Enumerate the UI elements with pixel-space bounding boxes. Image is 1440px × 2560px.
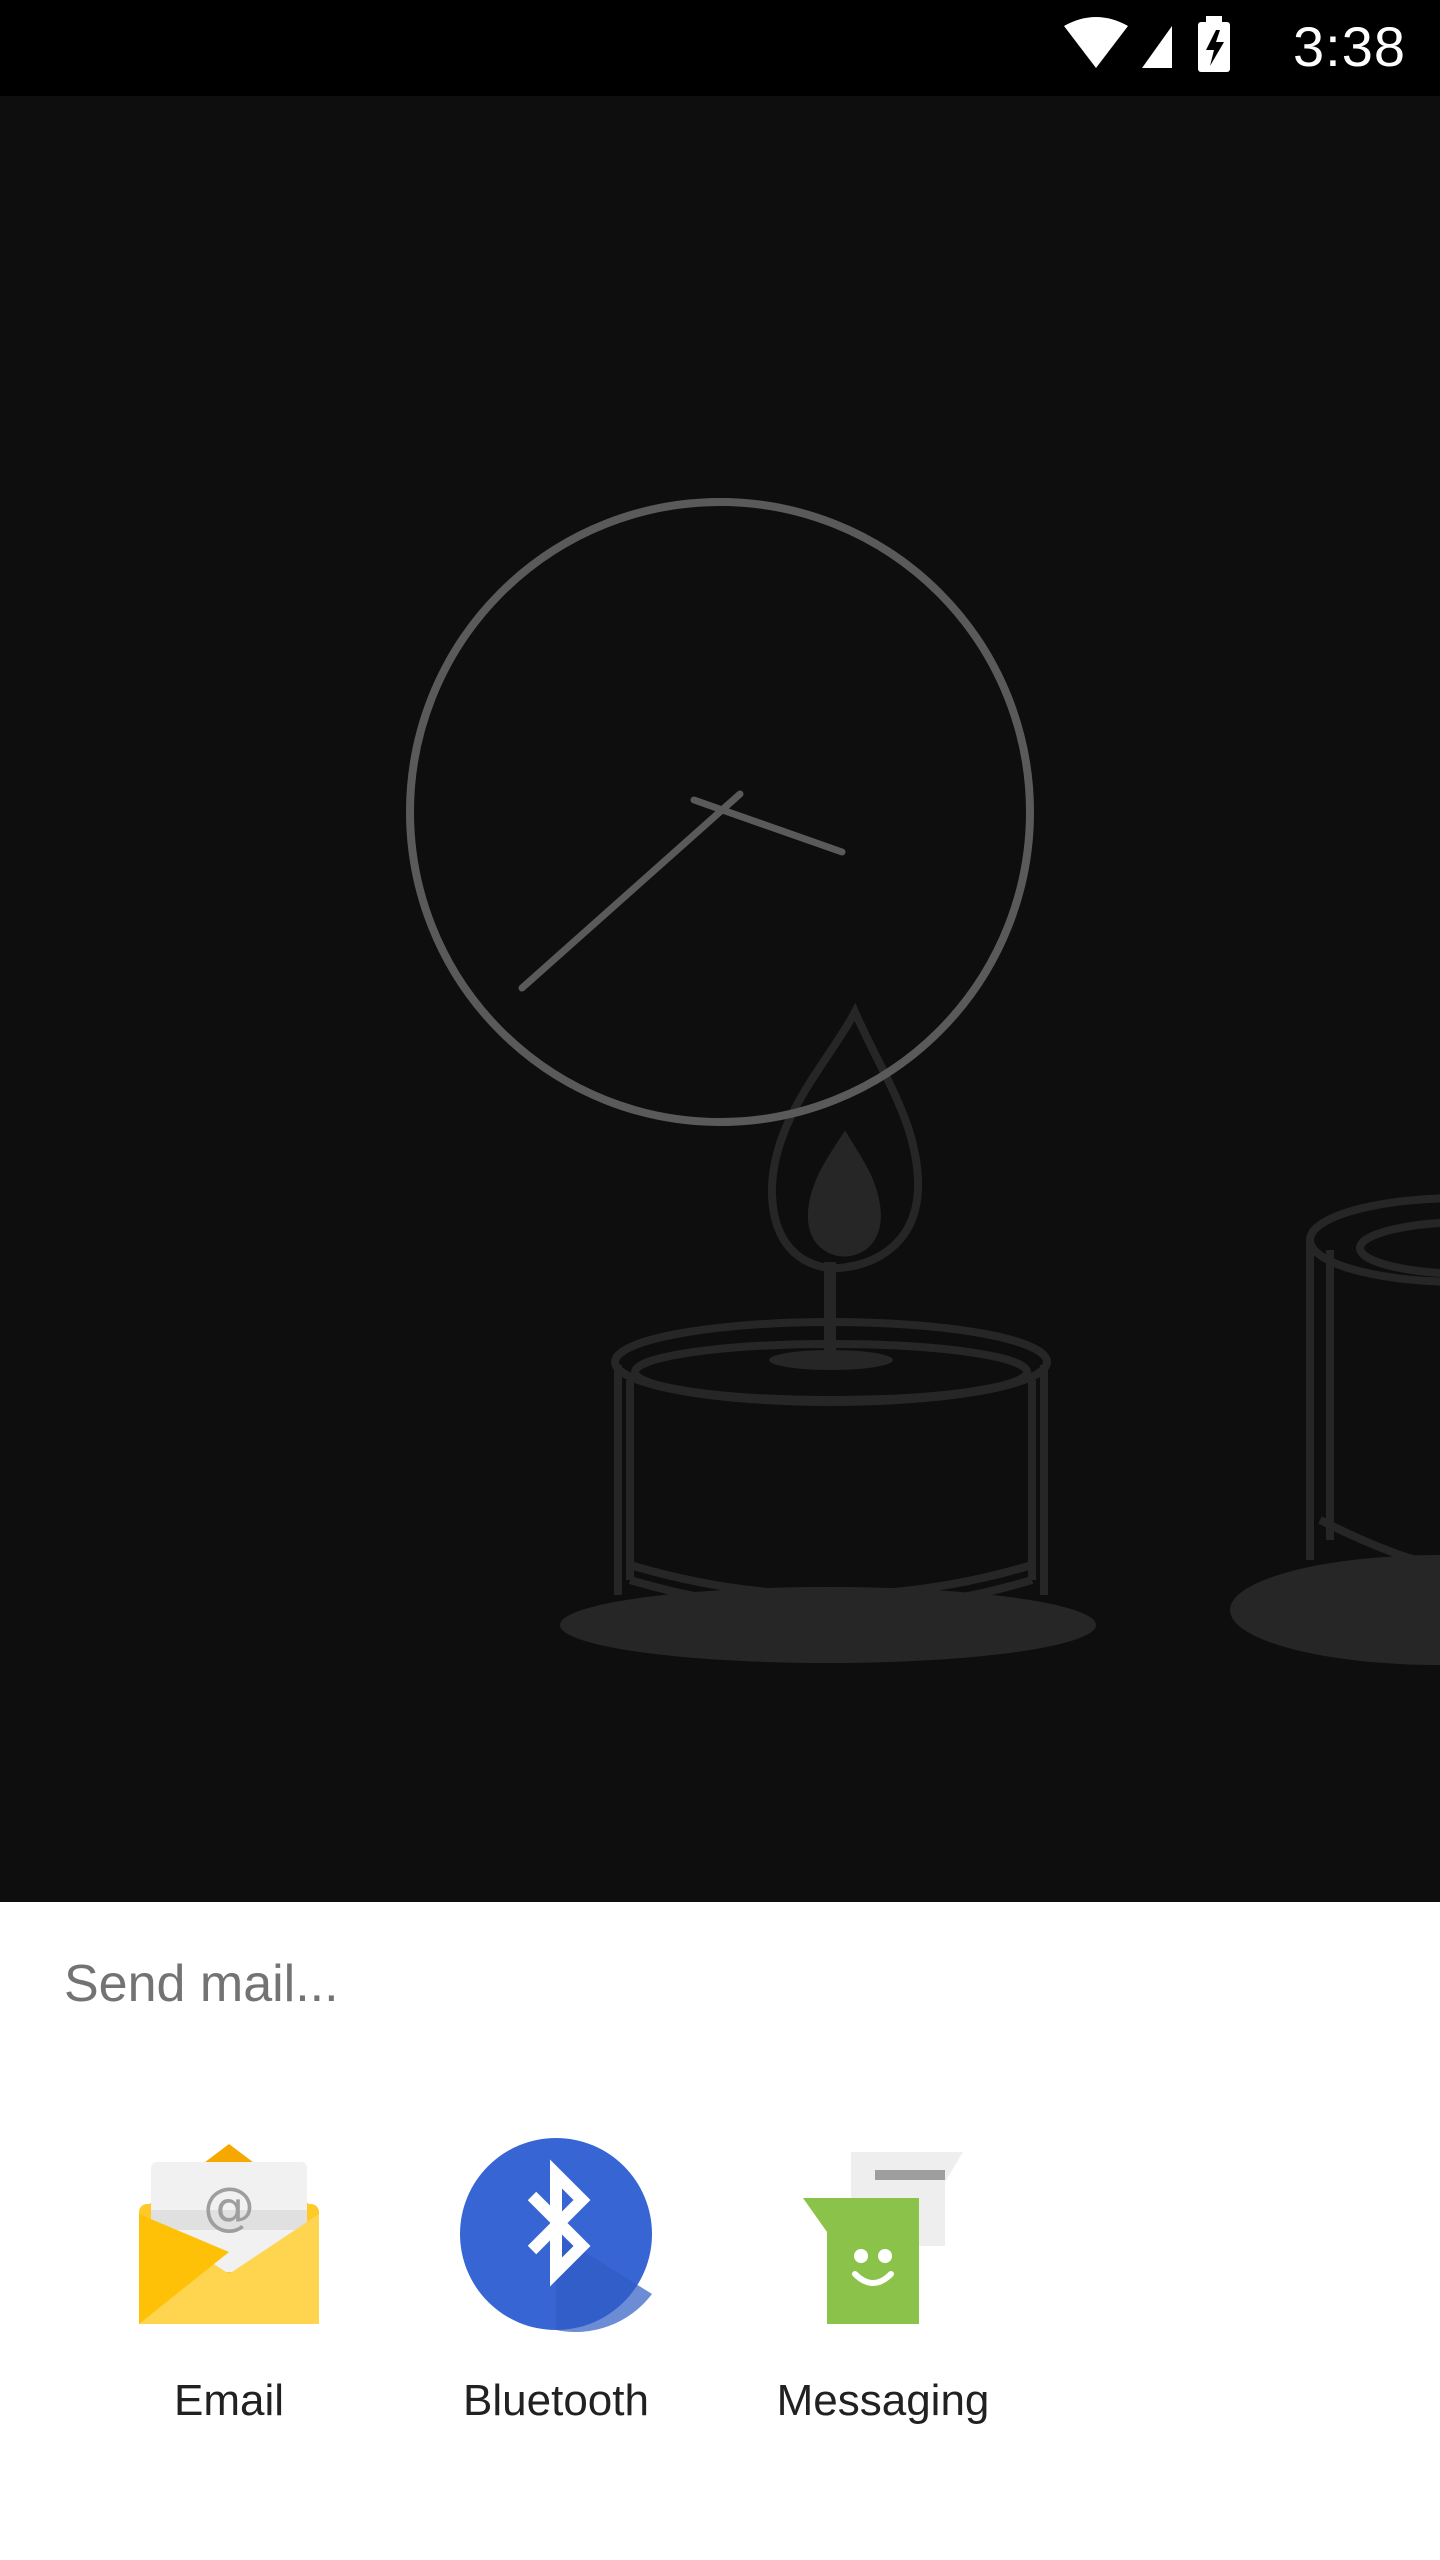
share-sheet: Send mail... @ Email Bluetooth Messaging [0,1902,1440,2560]
clock-icon [406,498,1034,1126]
email-app-icon: @ [139,2144,319,2324]
bluetooth-app-icon [460,2138,652,2333]
wifi-icon [1064,17,1128,68]
status-bar: 3:38 [0,0,1440,96]
candle-right-icon [1230,1194,1440,1665]
cell-signal-icon [1142,26,1172,68]
battery-charging-icon [1198,16,1230,72]
background-illustration [406,498,1440,1665]
status-time: 3:38 [1293,15,1406,78]
share-target-bluetooth-label: Bluetooth [463,2376,649,2425]
svg-text:@: @ [203,2177,255,2237]
share-target-messaging-label: Messaging [776,2376,990,2425]
share-target-email[interactable]: @ Email [64,2134,394,2474]
share-target-messaging[interactable]: Messaging [718,2134,1048,2474]
messaging-app-icon [803,2152,963,2324]
share-target-email-label: Email [173,2376,285,2425]
share-target-bluetooth[interactable]: Bluetooth [391,2134,721,2474]
background-scene [0,96,1440,1902]
sheet-title: Send mail... [64,1955,339,2013]
